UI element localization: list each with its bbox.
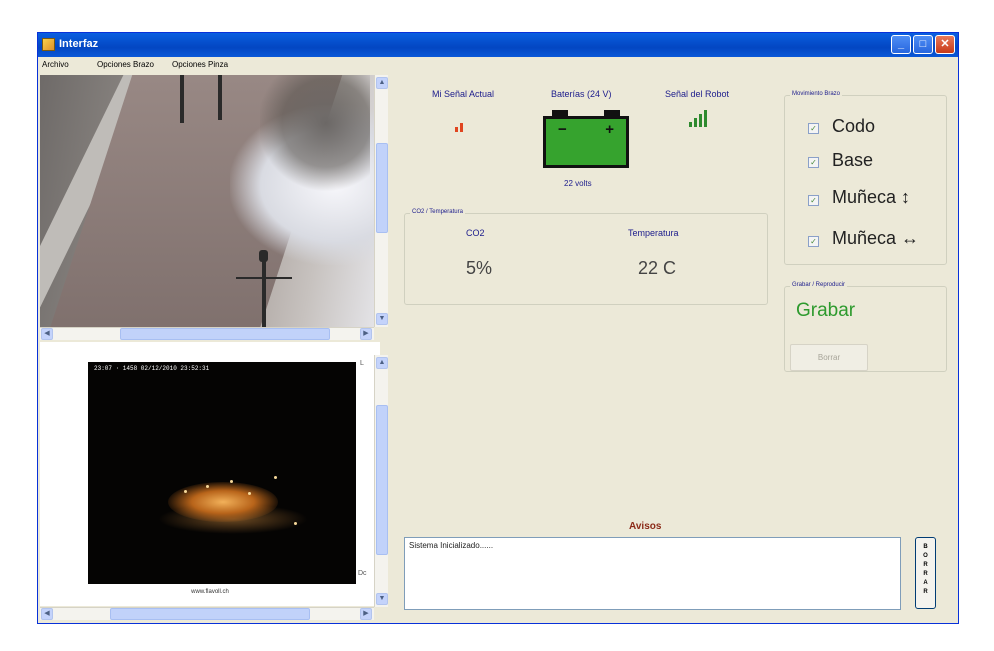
- battery-plus: +: [605, 121, 614, 138]
- scroll-up-arrow[interactable]: ▲: [376, 77, 388, 89]
- signal-bar: [704, 110, 707, 127]
- scroll-thumb[interactable]: [120, 328, 330, 340]
- camera-overlay-text: 23:07 · 1458 02/12/2010 23:52:31: [94, 365, 210, 372]
- scene-glow: [168, 482, 278, 522]
- temperature-value: 22 C: [638, 258, 677, 278]
- codo-checkbox[interactable]: ✓: [808, 123, 819, 134]
- menu-bar: Archivo Opciones Brazo Opciones Pinza: [38, 57, 958, 73]
- camera-view-bottom: 23:07 · 1458 02/12/2010 23:52:31: [88, 362, 356, 584]
- scroll-thumb[interactable]: [110, 608, 310, 620]
- clear-notices-letter: O: [923, 553, 928, 559]
- close-button[interactable]: ✕: [935, 35, 955, 54]
- scroll-thumb[interactable]: [376, 405, 388, 555]
- scene-light: [230, 480, 233, 483]
- menu-archivo[interactable]: Archivo: [42, 60, 69, 69]
- scene-light: [248, 492, 251, 495]
- camera-side-text: Dc: [358, 570, 367, 577]
- battery-terminal: [552, 110, 568, 117]
- my-signal-icon: [455, 115, 473, 132]
- clear-notices-letter: A: [923, 580, 928, 586]
- window-title: Interfaz: [59, 38, 99, 50]
- camera-panel-bottom: 23:07 · 1458 02/12/2010 23:52:31 www.fla…: [40, 342, 380, 606]
- app-icon: [42, 38, 55, 51]
- battery-label: Baterías (24 V): [551, 89, 612, 99]
- muneca-vertical-label[interactable]: Muñeca ↕: [832, 187, 910, 208]
- battery-terminal: [604, 110, 620, 117]
- clear-record-button[interactable]: Borrar: [790, 344, 868, 371]
- scene-light: [184, 490, 187, 493]
- scroll-thumb[interactable]: [376, 143, 388, 233]
- co2-value: 5%: [466, 258, 493, 278]
- clear-notices-letter: R: [923, 571, 928, 577]
- signal-bar: [694, 118, 697, 127]
- battery-minus: −: [558, 121, 567, 138]
- base-checkbox[interactable]: ✓: [808, 157, 819, 168]
- clear-notices-letter: B: [923, 544, 928, 550]
- camera-view-top: [40, 75, 380, 327]
- scene-crossbar: [236, 277, 292, 279]
- my-signal-label: Mi Señal Actual: [432, 89, 495, 99]
- title-bar[interactable]: Interfaz _ □ ✕: [38, 33, 958, 57]
- scroll-left-arrow[interactable]: ◀: [41, 328, 53, 340]
- co2-temp-legend: CO2 / Temperatura: [410, 209, 465, 215]
- muneca-horizontal-checkbox[interactable]: ✓: [808, 236, 819, 247]
- scene-light: [206, 485, 209, 488]
- menu-opciones-brazo[interactable]: Opciones Brazo: [97, 60, 154, 69]
- clear-notices-letter: R: [923, 589, 928, 595]
- record-legend: Grabar / Reproducir: [790, 282, 848, 288]
- clear-notices-button[interactable]: B O R R A R: [915, 537, 936, 609]
- signal-bar: [699, 114, 702, 127]
- bottom-camera-hscroll[interactable]: ◀ ▶: [40, 607, 374, 620]
- record-action[interactable]: Grabar: [796, 300, 855, 322]
- minimize-button[interactable]: _: [891, 35, 911, 54]
- notices-title: Avisos: [629, 521, 662, 532]
- scroll-down-arrow[interactable]: ▼: [376, 313, 388, 325]
- battery-icon: − +: [543, 110, 629, 168]
- muneca-horizontal-label[interactable]: Muñeca ↔: [832, 228, 919, 249]
- scene-tree: [260, 75, 370, 195]
- battery-volts: 22 volts: [564, 179, 592, 188]
- base-label[interactable]: Base: [832, 150, 873, 171]
- scroll-left-arrow[interactable]: ◀: [41, 608, 53, 620]
- maximize-button[interactable]: □: [913, 35, 933, 54]
- scroll-right-arrow[interactable]: ▶: [360, 328, 372, 340]
- camera-caption: www.flavoll.ch: [191, 589, 229, 595]
- scroll-down-arrow[interactable]: ▼: [376, 593, 388, 605]
- muneca-vertical-checkbox[interactable]: ✓: [808, 195, 819, 206]
- scroll-up-arrow[interactable]: ▲: [376, 357, 388, 369]
- arm-movement-legend: Movimiento Brazo: [790, 91, 843, 97]
- robot-signal-label: Señal del Robot: [665, 89, 730, 99]
- top-camera-hscroll[interactable]: ◀ ▶: [40, 327, 374, 340]
- co2-label: CO2: [466, 228, 485, 238]
- scene-lamp-post: [262, 257, 266, 327]
- scroll-right-arrow[interactable]: ▶: [360, 608, 372, 620]
- top-camera-vscroll[interactable]: ▲ ▼: [374, 75, 388, 327]
- bottom-camera-vscroll[interactable]: ▲ ▼: [374, 355, 388, 607]
- clear-notices-letter: R: [923, 562, 928, 568]
- signal-bar: [455, 127, 458, 132]
- scene-post: [180, 75, 184, 123]
- scene-light: [294, 522, 297, 525]
- signal-bar: [689, 122, 692, 127]
- signal-bar: [470, 115, 473, 132]
- camera-side-text: L: [360, 360, 364, 367]
- menu-opciones-pinza[interactable]: Opciones Pinza: [172, 60, 228, 69]
- temperature-label: Temperatura: [628, 228, 679, 238]
- co2-temp-group: [404, 213, 768, 305]
- robot-signal-icon: [689, 110, 707, 127]
- scene-post: [218, 75, 222, 120]
- codo-label[interactable]: Codo: [832, 116, 875, 137]
- signal-bar: [460, 123, 463, 132]
- scene-lamp: [259, 250, 268, 262]
- signal-bar: [465, 119, 468, 132]
- notices-textbox[interactable]: Sistema Inicializado......: [404, 537, 901, 610]
- scene-light: [274, 476, 277, 479]
